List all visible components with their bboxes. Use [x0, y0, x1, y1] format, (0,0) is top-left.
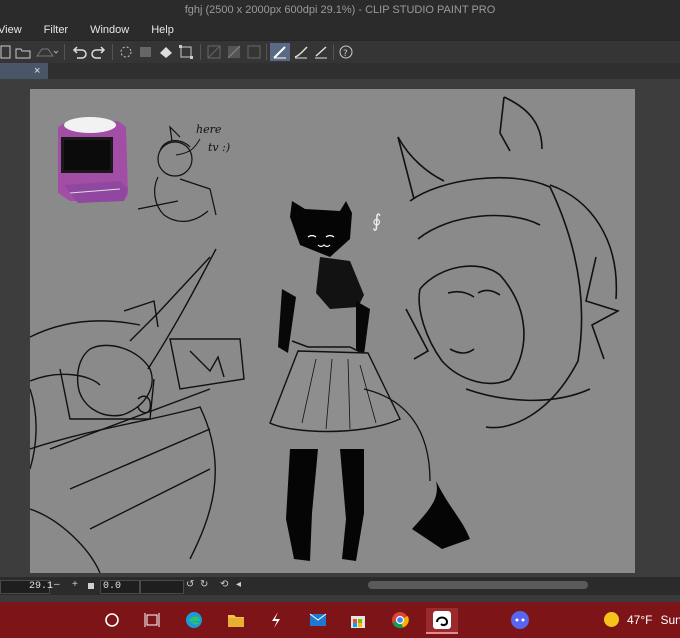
close-icon[interactable]: ×	[34, 63, 40, 79]
rotate-right-icon[interactable]: ↻	[200, 579, 208, 590]
handwriting-here: here	[196, 123, 222, 136]
discord-icon[interactable]	[508, 608, 532, 632]
weather-temp: 47°F	[627, 612, 653, 627]
drawing-canvas[interactable]: here tv :) ∮	[30, 89, 635, 573]
transform-icon[interactable]	[177, 43, 195, 61]
window-title: fghj (2500 x 2000px 600dpi 29.1%) - CLIP…	[184, 4, 496, 16]
file-explorer-icon[interactable]	[224, 608, 248, 632]
open-icon[interactable]	[14, 43, 32, 61]
menu-filter[interactable]: Filter	[44, 24, 68, 36]
document-tab[interactable]: ×	[0, 63, 48, 79]
undo-icon[interactable]	[70, 43, 88, 61]
snap-grid-icon[interactable]	[245, 43, 263, 61]
handwriting-tv: tv :)	[208, 141, 230, 154]
cat-head-sketch	[397, 96, 621, 429]
loading-icon[interactable]	[117, 43, 135, 61]
command-bar: ?	[0, 40, 680, 64]
weather-widget[interactable]: 47°F Sunny	[604, 612, 680, 627]
sun-icon	[604, 612, 619, 627]
save-icon[interactable]	[34, 43, 60, 61]
zoom-value: 29.1	[29, 581, 54, 592]
small-figure-sketch	[137, 125, 217, 222]
snap-ruler-icon[interactable]	[225, 43, 243, 61]
menu-help[interactable]: Help	[151, 24, 174, 36]
stabilization-icon[interactable]	[270, 43, 290, 61]
tv-image	[58, 117, 128, 203]
fill-icon[interactable]	[157, 43, 175, 61]
zoom-field[interactable]: 29.1	[0, 580, 54, 594]
task-view-icon[interactable]	[140, 608, 164, 632]
rotation-slider[interactable]	[140, 580, 184, 594]
panel-gap	[0, 595, 680, 602]
svg-text:?: ?	[343, 49, 348, 59]
clear-icon[interactable]	[137, 43, 155, 61]
cat-figure-sketch: ∮	[269, 201, 470, 561]
tv-scene-sketch	[30, 248, 245, 573]
title-bar: fghj (2500 x 2000px 600dpi 29.1%) - CLIP…	[0, 0, 680, 20]
menu-view[interactable]: View	[0, 24, 22, 36]
taskbar: 47°F Sunny	[0, 602, 680, 638]
mail-icon[interactable]	[306, 608, 330, 632]
rotate-left-icon[interactable]: ↺	[186, 579, 194, 590]
store-icon[interactable]	[346, 608, 370, 632]
reset-rotation-icon[interactable]: ⟲	[220, 579, 228, 590]
flip-icon[interactable]: ◂	[236, 579, 241, 590]
snap-off-icon[interactable]	[205, 43, 223, 61]
zoom-out-button[interactable]: –	[54, 579, 60, 590]
redo-icon[interactable]	[90, 43, 108, 61]
new-icon[interactable]	[0, 43, 14, 61]
rotation-value: 0.0	[103, 581, 122, 592]
menu-bar: View Filter Window Help	[0, 20, 680, 40]
weather-text: Sunny	[660, 612, 680, 627]
start-icon[interactable]	[100, 608, 124, 632]
app-s-icon[interactable]	[264, 608, 288, 632]
menu-window[interactable]: Window	[90, 24, 129, 36]
status-bar: 29.1 – + 0.0 ↺ ↻ ⟲ ◂	[0, 577, 680, 595]
document-tab-bar: ×	[0, 63, 680, 79]
edge-icon[interactable]	[182, 608, 206, 632]
fit-icon[interactable]	[88, 583, 94, 589]
rotation-field[interactable]: 0.0	[100, 580, 140, 594]
clip-studio-icon[interactable]	[426, 608, 458, 634]
ruler-icon[interactable]	[312, 43, 330, 61]
perspective-icon[interactable]	[292, 43, 310, 61]
zoom-in-button[interactable]: +	[72, 579, 78, 590]
horizontal-scrollbar[interactable]	[368, 581, 588, 589]
chrome-icon[interactable]	[388, 608, 412, 632]
work-area: here tv :) ∮	[0, 79, 680, 577]
help-icon[interactable]: ?	[337, 43, 355, 61]
svg-text:∮: ∮	[372, 211, 381, 232]
